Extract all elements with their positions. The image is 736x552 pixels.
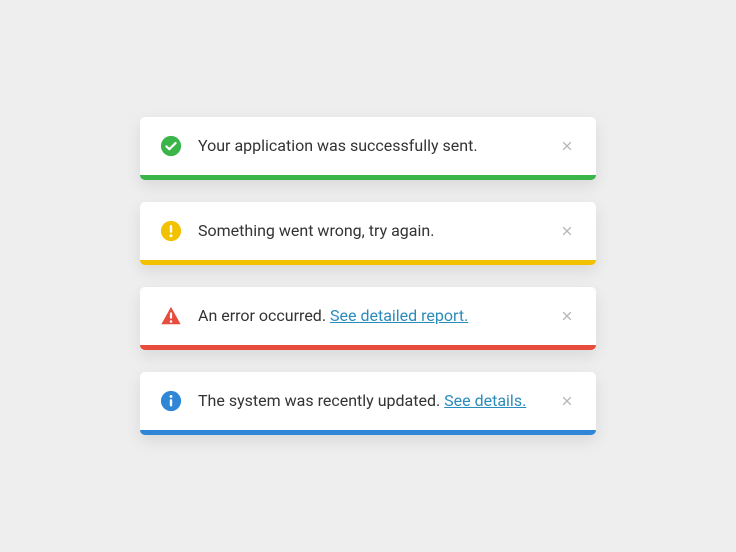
exclamation-circle-icon [160,220,182,242]
toast-message: Your application was successfully sent. [198,136,546,157]
close-button[interactable] [558,307,576,325]
toast-message: Something went wrong, try again. [198,221,546,242]
toast-link[interactable]: See details. [444,391,526,410]
exclamation-triangle-icon [160,305,182,327]
info-circle-icon [160,390,182,412]
close-button[interactable] [558,222,576,240]
check-circle-icon [160,135,182,157]
toast-success: Your application was successfully sent. [140,117,596,180]
toast-message-text: An error occurred. [198,306,330,325]
toast-message: An error occurred. See detailed report. [198,306,546,327]
close-button[interactable] [558,392,576,410]
close-button[interactable] [558,137,576,155]
toast-warning: Something went wrong, try again. [140,202,596,265]
toast-error: An error occurred. See detailed report. [140,287,596,350]
toast-message-text: The system was recently updated. [198,391,444,410]
toast-link[interactable]: See detailed report. [330,306,468,325]
toast-info: The system was recently updated. See det… [140,372,596,435]
toast-message: The system was recently updated. See det… [198,391,546,412]
